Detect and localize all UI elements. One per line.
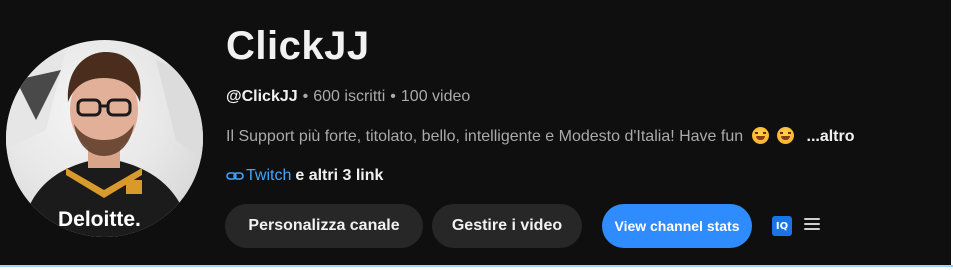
video-count: 100 video (400, 88, 471, 105)
avatar-shirt-text: Deloitte. (58, 208, 141, 231)
link-icon (226, 169, 244, 187)
more-link[interactable]: ...altro (807, 128, 855, 145)
channel-links: Twitch e altri 3 link (226, 167, 383, 187)
view-channel-stats-button[interactable]: View channel stats (602, 204, 752, 248)
channel-avatar[interactable]: Deloitte. (6, 40, 203, 237)
laughing-emoji-icon (777, 127, 795, 144)
channel-header: Deloitte. ClickJJ @ClickJJ • 600 iscritti •… (0, 0, 953, 266)
menu-icon[interactable] (804, 218, 820, 232)
meta-separator: • (302, 88, 309, 105)
personalize-channel-button[interactable]: Personalizza canale (225, 204, 423, 248)
manage-videos-button[interactable]: Gestire i video (432, 204, 582, 248)
channel-meta: @ClickJJ • 600 iscritti • 100 video (226, 88, 470, 106)
channel-handle: @ClickJJ (226, 88, 298, 105)
bottom-divider (0, 265, 953, 270)
description-text: Il Support più forte, titolato, bello, i… (226, 128, 744, 145)
laughing-emoji-icon (751, 127, 769, 144)
subscriber-count: 600 iscritti (313, 88, 386, 105)
channel-description[interactable]: Il Support più forte, titolato, bello, i… (226, 127, 855, 146)
twitch-link[interactable]: Twitch (246, 167, 291, 184)
meta-separator: • (390, 88, 396, 105)
iq-extension-icon[interactable]: IQ (772, 216, 792, 236)
more-links[interactable]: e altri 3 link (295, 167, 383, 184)
channel-name: ClickJJ (226, 24, 370, 68)
